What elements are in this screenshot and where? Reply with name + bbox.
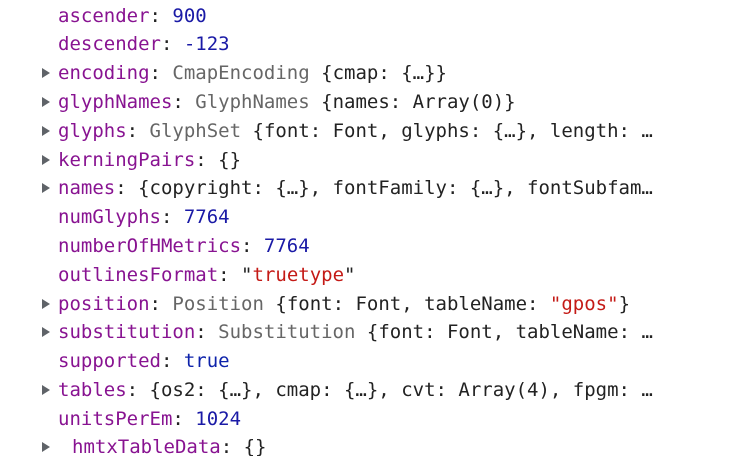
expand-triangle-icon[interactable] xyxy=(42,442,50,452)
property-value: 900 xyxy=(172,5,207,27)
expand-triangle-icon[interactable] xyxy=(42,97,50,107)
property-value: 1024 xyxy=(195,408,242,430)
property-row-glyphs[interactable]: glyphs: GlyphSet {font: Font, glyphs: {…… xyxy=(0,117,738,145)
object-preview: {} xyxy=(243,436,267,456)
property-row-ascender: ascender: 900 xyxy=(58,5,207,27)
expand-triangle-icon[interactable] xyxy=(42,385,50,395)
property-row-unitsperem: unitsPerEm: 1024 xyxy=(58,408,242,430)
property-row-tables[interactable]: tables: {os2: {…}, cmap: {…}, cvt: Array… xyxy=(0,376,738,404)
expand-triangle-icon[interactable] xyxy=(42,126,50,136)
string-quote-open: " xyxy=(241,264,253,286)
property-key: unitsPerEm xyxy=(58,408,173,430)
class-name: GlyphNames xyxy=(195,91,310,113)
property-row-numglyphs: numGlyphs: 7764 xyxy=(58,206,230,228)
property-key: tables xyxy=(58,379,127,401)
property-value: 7764 xyxy=(263,235,310,257)
property-row-substitution[interactable]: substitution: Substitution {font: Font, … xyxy=(0,318,738,346)
class-name: GlyphSet xyxy=(149,120,242,142)
expand-triangle-icon[interactable] xyxy=(42,68,50,78)
object-preview: {font: Font, glyphs: {…}, length: … xyxy=(252,120,653,142)
property-key: glyphs xyxy=(58,120,127,142)
property-row-outlinesformat: outlinesFormat: "truetype" xyxy=(58,264,356,286)
object-preview: {font: Font, tableName: … xyxy=(366,321,653,343)
property-value: -123 xyxy=(183,33,230,55)
property-key: ascender xyxy=(58,5,150,27)
property-key: descender xyxy=(58,33,161,55)
property-value: truetype xyxy=(252,264,345,286)
expand-triangle-icon[interactable] xyxy=(42,155,50,165)
expand-triangle-icon[interactable] xyxy=(42,327,50,337)
property-key: numGlyphs xyxy=(58,206,161,228)
object-preview: {} xyxy=(218,149,242,171)
object-preview: {font: Font, tableName: xyxy=(275,293,550,315)
expand-triangle-icon[interactable] xyxy=(42,299,50,309)
property-key: numberOfHMetrics xyxy=(58,235,242,257)
object-preview: {os2: {…}, cmap: {…}, cvt: Array(4), fpg… xyxy=(149,379,653,401)
object-preview: {cmap: {…}} xyxy=(321,62,447,84)
property-row-descender: descender: -123 xyxy=(58,33,230,55)
property-row-glyphnames[interactable]: glyphNames: GlyphNames {names: Array(0)} xyxy=(0,88,738,116)
object-preview-string: "gpos" xyxy=(549,293,619,315)
property-value: true xyxy=(183,350,230,372)
string-quote-close: " xyxy=(344,264,356,286)
property-key: names xyxy=(58,177,116,199)
property-row-position[interactable]: position: Position {font: Font, tableNam… xyxy=(0,290,738,318)
property-row-encoding[interactable]: encoding: CmapEncoding {cmap: {…}} xyxy=(0,59,738,87)
property-key: position xyxy=(58,293,150,315)
object-preview-end: } xyxy=(618,293,631,315)
property-key: kerningPairs xyxy=(58,149,196,171)
property-value: 7764 xyxy=(183,206,230,228)
property-row-numberofhmetrics: numberOfHMetrics: 7764 xyxy=(58,235,310,257)
property-row-hmtxtabledata[interactable]: hmtxTableData: {} xyxy=(0,433,738,456)
object-preview: {copyright: {…}, fontFamily: {…}, fontSu… xyxy=(138,177,653,199)
property-row-supported: supported: true xyxy=(58,350,230,372)
property-key: supported xyxy=(58,350,161,372)
object-preview: {names: Array(0)} xyxy=(321,91,516,113)
class-name: Position xyxy=(172,293,264,315)
console-object-view: ascender: 900 descender: -123 encoding: … xyxy=(0,0,738,456)
property-key: hmtxTableData xyxy=(72,436,221,456)
property-row-names[interactable]: names: {copyright: {…}, fontFamily: {…},… xyxy=(0,174,738,202)
property-key: glyphNames xyxy=(58,91,173,113)
property-row-kerningpairs[interactable]: kerningPairs: {} xyxy=(0,146,738,174)
property-key: substitution xyxy=(58,321,196,343)
class-name: CmapEncoding xyxy=(172,62,310,84)
property-key: outlinesFormat xyxy=(58,264,219,286)
property-key: encoding xyxy=(58,62,150,84)
class-name: Substitution xyxy=(218,321,356,343)
expand-triangle-icon[interactable] xyxy=(42,183,50,193)
